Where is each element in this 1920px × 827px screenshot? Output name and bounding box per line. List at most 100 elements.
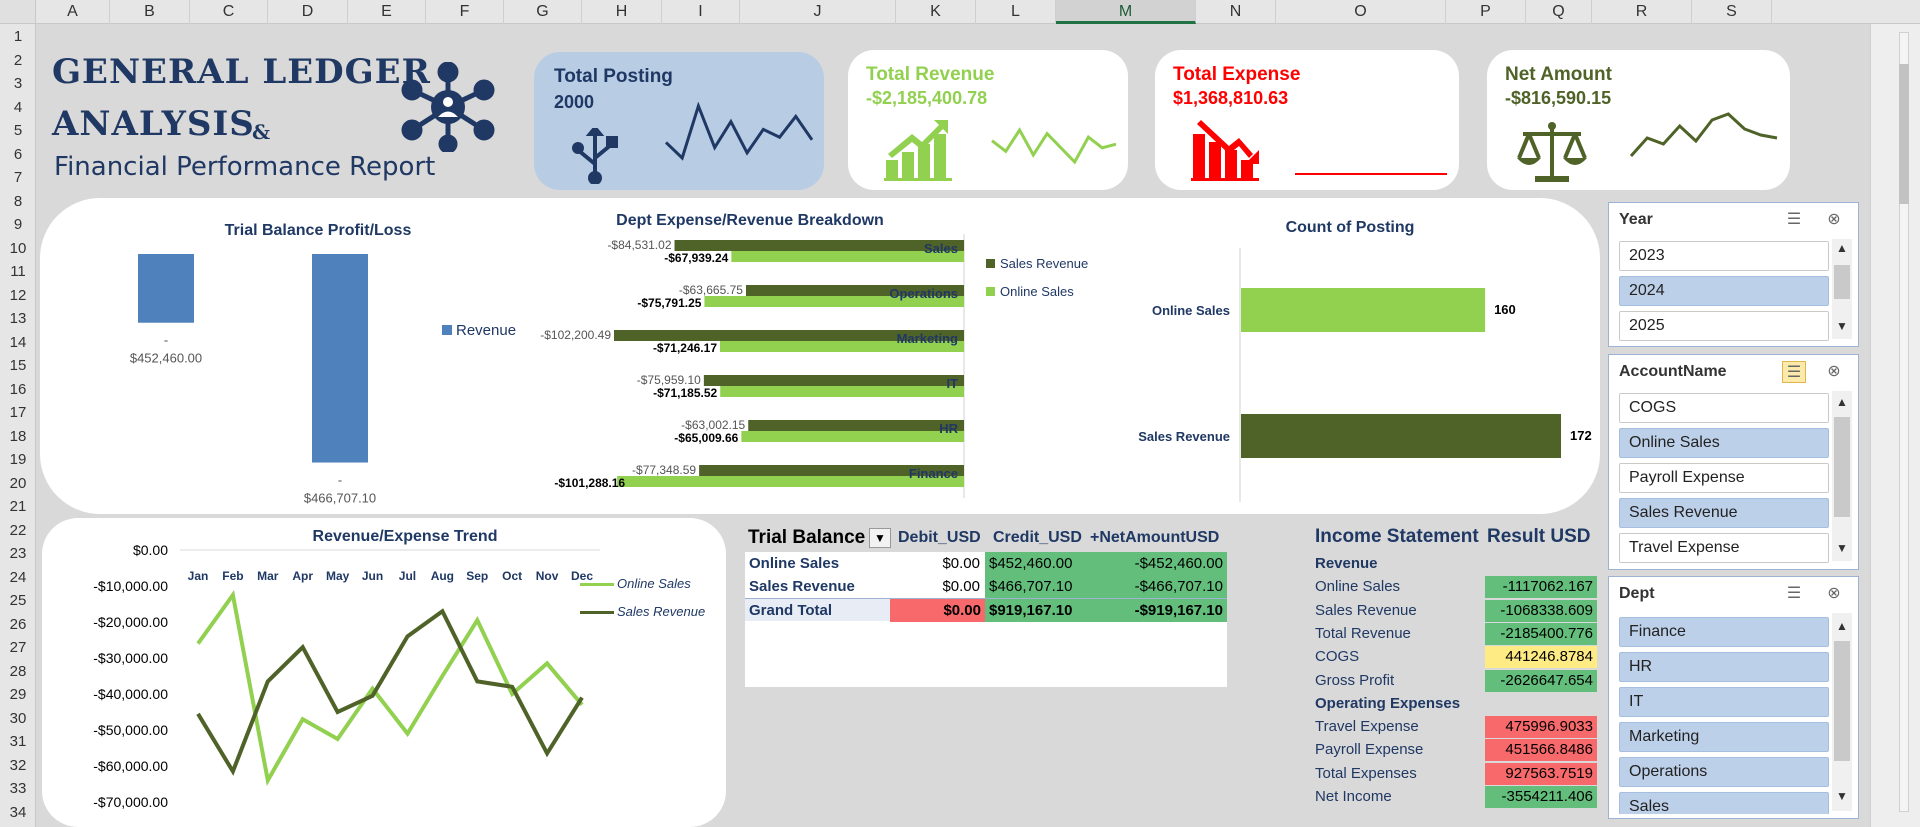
slicer-item[interactable]: Travel Expense xyxy=(1619,533,1829,563)
column-header[interactable]: A xyxy=(36,0,110,24)
kpi-card-total-expense: Total Expense $1,368,810.63 xyxy=(1155,50,1459,190)
row-header[interactable]: 9 xyxy=(0,216,36,233)
column-header[interactable]: P xyxy=(1446,0,1526,24)
column-header[interactable]: G xyxy=(504,0,582,24)
scroll-down-arrow[interactable]: ▼ xyxy=(1834,319,1850,333)
column-header[interactable]: D xyxy=(268,0,348,24)
row-header[interactable]: 6 xyxy=(0,146,36,163)
slicer-item[interactable]: Sales xyxy=(1619,792,1829,814)
income-line-value: -1117062.167 xyxy=(1485,576,1597,599)
column-header[interactable]: S xyxy=(1692,0,1772,24)
row-header[interactable]: 18 xyxy=(0,428,36,445)
slicer-item[interactable]: HR xyxy=(1619,652,1829,682)
clear-filter-icon[interactable]: ⊗ xyxy=(1822,209,1846,231)
row-header[interactable]: 13 xyxy=(0,310,36,327)
scroll-up-arrow[interactable]: ▲ xyxy=(1834,395,1850,409)
column-header[interactable]: K xyxy=(896,0,976,24)
scroll-thumb[interactable] xyxy=(1899,64,1909,204)
multi-select-icon[interactable]: ☰ xyxy=(1782,361,1806,383)
slicer-item[interactable]: 2024 xyxy=(1619,276,1829,306)
kpi-value: -$816,590.15 xyxy=(1505,88,1612,108)
slicer-item[interactable]: IT xyxy=(1619,687,1829,717)
row-header[interactable]: 3 xyxy=(0,75,36,92)
trial-balance-pivot[interactable]: Trial Balance ▼ Debit_USD Credit_USD +Ne… xyxy=(745,522,1227,687)
row-header[interactable]: 7 xyxy=(0,169,36,186)
scroll-thumb[interactable] xyxy=(1834,265,1850,299)
row-header[interactable]: 23 xyxy=(0,545,36,562)
column-header[interactable]: M xyxy=(1056,0,1196,24)
slicer-item[interactable]: Marketing xyxy=(1619,722,1829,752)
slicer-item[interactable]: Operations xyxy=(1619,757,1829,787)
row-header[interactable]: 10 xyxy=(0,240,36,257)
row-header[interactable]: 12 xyxy=(0,287,36,304)
column-header[interactable]: Q xyxy=(1526,0,1592,24)
clear-filter-icon[interactable]: ⊗ xyxy=(1822,361,1846,383)
column-header[interactable]: I xyxy=(662,0,740,24)
column-header[interactable]: F xyxy=(426,0,504,24)
scroll-up-arrow[interactable]: ▲ xyxy=(1834,619,1850,633)
column-header[interactable]: J xyxy=(740,0,896,24)
row-header[interactable]: 26 xyxy=(0,616,36,633)
scroll-down-arrow[interactable]: ▼ xyxy=(1834,541,1850,555)
title-ampersand: & xyxy=(252,120,272,144)
row-header[interactable]: 4 xyxy=(0,99,36,116)
pivot-row[interactable]: Online Sales $0.00 $452,460.00 -$452,460… xyxy=(745,552,1227,575)
row-header[interactable]: 28 xyxy=(0,663,36,680)
scroll-down-arrow[interactable]: ▼ xyxy=(1834,789,1850,803)
row-header[interactable]: 20 xyxy=(0,475,36,492)
dept-slicer[interactable]: Dept ☰ ⊗ Finance HR IT Marketing Operations S… xyxy=(1608,576,1859,819)
slicer-item[interactable]: COGS xyxy=(1619,393,1829,423)
slicer-item[interactable]: Payroll Expense xyxy=(1619,463,1829,493)
column-header[interactable]: H xyxy=(582,0,662,24)
sales-revenue-label: -$84,531.02 xyxy=(607,238,671,252)
row-header[interactable]: 33 xyxy=(0,780,36,797)
select-all-corner[interactable] xyxy=(0,0,36,24)
column-header[interactable]: L xyxy=(976,0,1056,24)
row-header[interactable]: 27 xyxy=(0,639,36,656)
row-header[interactable]: 22 xyxy=(0,522,36,539)
row-header[interactable]: 17 xyxy=(0,404,36,421)
column-header[interactable]: B xyxy=(110,0,190,24)
slicer-item[interactable]: Online Sales xyxy=(1619,428,1829,458)
column-header[interactable]: E xyxy=(348,0,426,24)
slicer-item[interactable]: Finance xyxy=(1619,617,1829,647)
row-header[interactable]: 1 xyxy=(0,28,36,45)
multi-select-icon[interactable]: ☰ xyxy=(1782,209,1806,231)
pivot-row[interactable]: Sales Revenue $0.00 $466,707.10 -$466,70… xyxy=(745,575,1227,598)
kpi-card-net-amount: Net Amount -$816,590.15 xyxy=(1487,50,1790,190)
column-header[interactable]: R xyxy=(1592,0,1692,24)
scroll-up-arrow[interactable]: ▲ xyxy=(1834,241,1850,255)
scroll-thumb[interactable] xyxy=(1834,417,1850,517)
column-header[interactable]: O xyxy=(1276,0,1446,24)
row-header[interactable]: 30 xyxy=(0,710,36,727)
row-header[interactable]: 31 xyxy=(0,733,36,750)
row-header[interactable]: 19 xyxy=(0,451,36,468)
row-header[interactable]: 24 xyxy=(0,569,36,586)
account-name-slicer[interactable]: AccountName ☰ ⊗ COGS Online Sales Payroll … xyxy=(1608,354,1859,570)
row-header[interactable]: 5 xyxy=(0,122,36,139)
column-header[interactable]: C xyxy=(190,0,268,24)
row-header[interactable]: 29 xyxy=(0,686,36,703)
slicer-item[interactable]: 2023 xyxy=(1619,241,1829,271)
row-header[interactable]: 16 xyxy=(0,381,36,398)
scroll-thumb[interactable] xyxy=(1834,641,1850,761)
row-header[interactable]: 14 xyxy=(0,334,36,351)
sales-revenue-label: -$102,200.49 xyxy=(540,328,611,342)
filter-icon[interactable]: ▼ xyxy=(869,528,891,548)
month-label: Aug xyxy=(431,569,454,583)
row-header[interactable]: 32 xyxy=(0,757,36,774)
row-header[interactable]: 25 xyxy=(0,592,36,609)
y-tick-label: -$60,000.00 xyxy=(93,758,168,774)
slicer-item[interactable]: 2025 xyxy=(1619,311,1829,341)
sheet-vertical-scrollbar[interactable] xyxy=(1870,24,1920,827)
row-header[interactable]: 15 xyxy=(0,357,36,374)
row-header[interactable]: 11 xyxy=(0,263,36,280)
row-header[interactable]: 8 xyxy=(0,193,36,210)
pivot-grand-total[interactable]: Grand Total $0.00 $919,167.10 -$919,167.… xyxy=(745,598,1227,622)
year-slicer[interactable]: Year ☰ ⊗ 2023 2024 2025 ▲ ▼ xyxy=(1608,202,1859,347)
row-header[interactable]: 34 xyxy=(0,804,36,821)
slicer-item[interactable]: Sales Revenue xyxy=(1619,498,1829,528)
row-header[interactable]: 21 xyxy=(0,498,36,515)
row-header[interactable]: 2 xyxy=(0,52,36,69)
column-header[interactable]: N xyxy=(1196,0,1276,24)
